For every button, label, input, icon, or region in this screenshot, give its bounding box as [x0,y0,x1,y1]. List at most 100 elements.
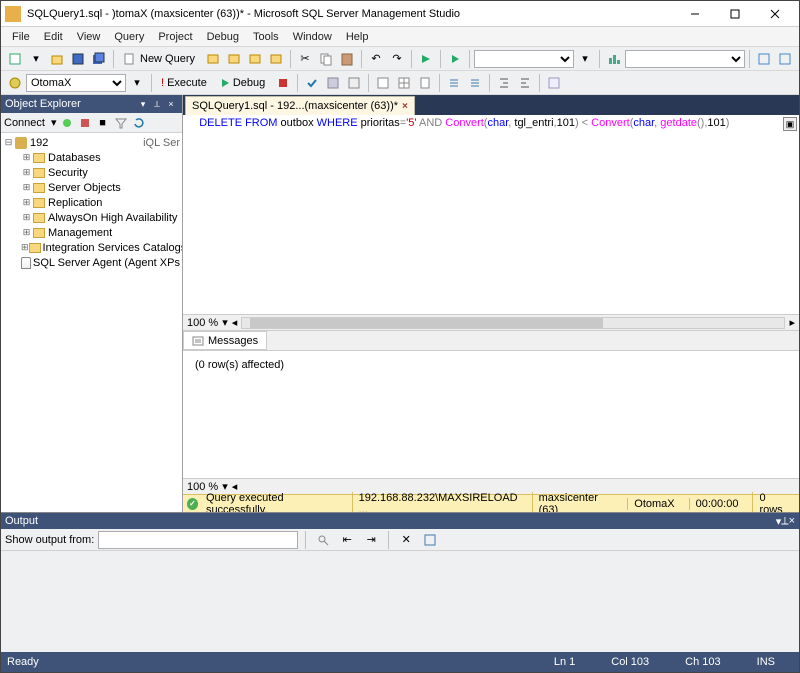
output-source-select[interactable] [98,531,298,549]
output-close-icon[interactable]: × [789,515,795,527]
messages-body[interactable]: (0 row(s) affected) [183,351,799,478]
uncomment-button[interactable] [465,73,485,93]
tab-label: SQLQuery1.sql - 192...(maxsicenter (63))… [192,100,398,112]
object-explorer-header: Object Explorer ▾ ⟂ × [1,95,182,113]
query-options-button[interactable] [344,73,364,93]
close-button[interactable] [755,2,795,26]
minimize-button[interactable] [675,2,715,26]
output-clear-button[interactable]: ✕ [396,530,416,550]
output-find-button[interactable] [313,530,333,550]
tab-close-icon[interactable]: × [402,101,408,112]
panel-dropdown-icon[interactable]: ▾ [136,97,150,111]
scroll-left-icon[interactable]: ◂ [232,316,238,329]
maximize-button[interactable] [715,2,755,26]
output-body[interactable] [1,551,799,652]
copy-button[interactable] [316,49,336,69]
display-plan-button[interactable] [323,73,343,93]
query-icon-2[interactable] [224,49,244,69]
results-file-button[interactable] [415,73,435,93]
specify-values-button[interactable] [544,73,564,93]
nav-button[interactable] [416,49,436,69]
open-button[interactable] [47,49,67,69]
window-btn-1[interactable] [754,49,774,69]
menu-file[interactable]: File [5,29,37,45]
menu-query[interactable]: Query [107,29,151,45]
editor-scrollbar[interactable] [241,317,785,329]
tree-node-databases[interactable]: ⊞Databases [17,150,180,165]
save-button[interactable] [68,49,88,69]
connect-icon[interactable] [59,115,75,131]
editor-zoom-value[interactable]: 100 % [187,317,218,329]
main-area: Object Explorer ▾ ⟂ × Connect ▾ ■ ⊟ 192 i… [1,95,799,512]
query-status-bar: ✓ Query executed successfully. 192.168.8… [183,494,799,512]
save-all-button[interactable] [89,49,109,69]
results-grid-button[interactable] [394,73,414,93]
registered-servers-select[interactable] [625,50,745,68]
menu-project[interactable]: Project [151,29,199,45]
activity-button[interactable] [604,49,624,69]
disconnect-icon[interactable] [77,115,93,131]
new-query-button[interactable]: New Query [118,49,202,69]
menu-edit[interactable]: Edit [37,29,70,45]
stop-icon[interactable]: ■ [95,115,111,131]
messages-tab[interactable]: Messages [183,331,267,350]
menubar: File Edit View Query Project Debug Tools… [1,27,799,47]
editor-tab[interactable]: SQLQuery1.sql - 192...(maxsicenter (63))… [185,96,415,115]
menu-tools[interactable]: Tools [246,29,286,45]
split-toggle-icon[interactable]: ▣ [783,117,797,131]
tree-node-alwayson[interactable]: ⊞AlwaysOn High Availability [17,210,180,225]
window-btn-2[interactable] [775,49,795,69]
query-icon-1[interactable] [203,49,223,69]
success-icon: ✓ [187,498,198,510]
database-select[interactable]: OtomaX [26,74,126,92]
new-project-button[interactable] [5,49,25,69]
execute-button[interactable]: !Execute [156,73,214,93]
sql-editor[interactable]: ▣ DELETE FROM outbox WHERE prioritas='5'… [183,115,799,315]
output-next-button[interactable]: ⇥ [361,530,381,550]
tree-node-agent[interactable]: SQL Server Agent (Agent XPs disabl [17,255,180,270]
menu-window[interactable]: Window [286,29,339,45]
connect-label[interactable]: Connect [4,117,45,129]
find-button[interactable]: ▾ [575,49,595,69]
tree-node-management[interactable]: ⊞Management [17,225,180,240]
cancel-query-button[interactable] [273,73,293,93]
connection-button[interactable] [5,73,25,93]
redo-button[interactable]: ↷ [387,49,407,69]
menu-debug[interactable]: Debug [200,29,246,45]
tree-node-replication[interactable]: ⊞Replication [17,195,180,210]
results-text-button[interactable] [373,73,393,93]
refresh-icon[interactable] [131,115,147,131]
output-wrap-button[interactable] [420,530,440,550]
filter-icon[interactable] [113,115,129,131]
panel-close-icon[interactable]: × [164,97,178,111]
comment-button[interactable] [444,73,464,93]
status-ins: INS [739,656,793,668]
nav-back-button[interactable]: ▾ [26,49,46,69]
paste-button[interactable] [337,49,357,69]
results-tabstrip: Messages [183,331,799,351]
tree-node-server-objects[interactable]: ⊞Server Objects [17,180,180,195]
outdent-button[interactable] [515,73,535,93]
tree-node-integration[interactable]: ⊞Integration Services Catalogs [17,240,180,255]
menu-view[interactable]: View [70,29,108,45]
indent-button[interactable] [494,73,514,93]
panel-pin-icon[interactable]: ⟂ [150,97,164,111]
query-icon-3[interactable] [245,49,265,69]
scroll-right-icon[interactable]: ▸ [789,316,795,329]
db-dropdown[interactable]: ▾ [127,73,147,93]
solution-select[interactable] [474,50,574,68]
query-icon-4[interactable] [266,49,286,69]
output-pin-icon[interactable]: ⟂ [781,515,788,528]
undo-button[interactable]: ↶ [366,49,386,69]
tree-server-node[interactable]: ⊟ 192 iQL Ser [3,135,180,150]
parse-button[interactable] [302,73,322,93]
tree-node-security[interactable]: ⊞Security [17,165,180,180]
start-button[interactable] [445,49,465,69]
output-prev-button[interactable]: ⇤ [337,530,357,550]
menu-help[interactable]: Help [339,29,376,45]
cut-button[interactable]: ✂ [295,49,315,69]
object-tree[interactable]: ⊟ 192 iQL Ser ⊞Databases ⊞Security ⊞Serv… [1,133,182,512]
output-from-label: Show output from: [5,534,94,546]
debug-button[interactable]: Debug [215,73,272,93]
editor-pane: SQLQuery1.sql - 192...(maxsicenter (63))… [183,95,799,512]
